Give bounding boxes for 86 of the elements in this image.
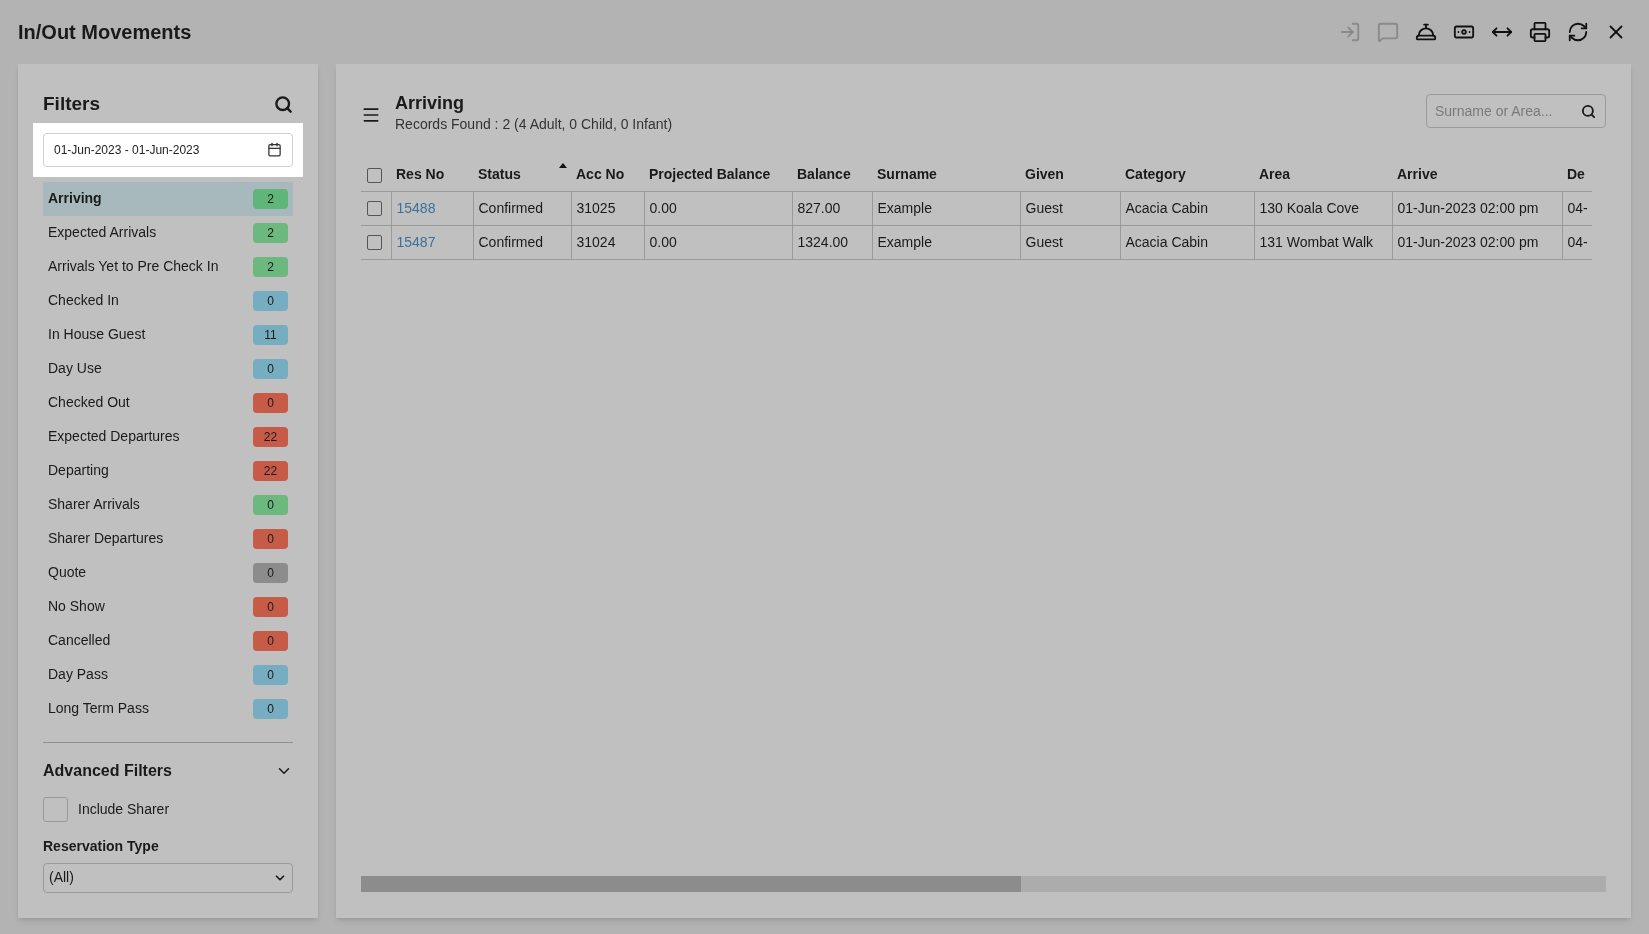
- filter-item[interactable]: No Show 0: [43, 589, 293, 624]
- refresh-icon[interactable]: [1567, 21, 1589, 43]
- table-cell: 131 Wombat Walk: [1254, 225, 1392, 259]
- filter-item[interactable]: Expected Arrivals 2: [43, 215, 293, 250]
- table-cell: 130 Koala Cove: [1254, 191, 1392, 225]
- filter-item[interactable]: Checked In 0: [43, 283, 293, 318]
- table-cell: Guest: [1020, 225, 1120, 259]
- count-badge: 0: [253, 358, 288, 379]
- table-cell: Acacia Cabin: [1120, 191, 1254, 225]
- table-cell: Confirmed: [473, 191, 571, 225]
- filter-item[interactable]: Cancelled 0: [43, 623, 293, 658]
- table-cell: 31024: [571, 225, 644, 259]
- results-title: Arriving: [395, 92, 465, 114]
- filter-item[interactable]: Sharer Departures 0: [43, 521, 293, 556]
- table-cell: Example: [872, 191, 1020, 225]
- count-badge: 0: [253, 392, 288, 413]
- filter-item[interactable]: Sharer Arrivals 0: [43, 487, 293, 522]
- search-icon[interactable]: [1581, 104, 1596, 119]
- column-header[interactable]: Projected Balance: [644, 159, 792, 191]
- table-cell: 31025: [571, 191, 644, 225]
- row-checkbox[interactable]: [367, 201, 382, 217]
- count-badge: 0: [253, 494, 288, 515]
- search-icon[interactable]: [274, 94, 293, 114]
- count-badge: 11: [253, 324, 288, 345]
- column-header[interactable]: Surname: [872, 159, 1020, 191]
- row-checkbox[interactable]: [367, 235, 382, 251]
- column-header[interactable]: Acc No: [571, 159, 644, 191]
- count-badge: 0: [253, 664, 288, 685]
- reservation-type-select[interactable]: (All): [43, 862, 293, 893]
- table-cell: 04-: [1562, 225, 1592, 259]
- filter-item[interactable]: Day Pass 0: [43, 657, 293, 692]
- select-all-checkbox[interactable]: [367, 168, 382, 184]
- count-badge: 0: [253, 562, 288, 583]
- table-cell: 1324.00: [792, 225, 872, 259]
- print-icon[interactable]: [1529, 21, 1551, 43]
- table-cell: Acacia Cabin: [1120, 225, 1254, 259]
- filter-item[interactable]: In House Guest 11: [43, 317, 293, 352]
- filter-item[interactable]: Long Term Pass 0: [43, 691, 293, 726]
- table-cell: Example: [872, 225, 1020, 259]
- service-bell-icon[interactable]: [1415, 21, 1437, 43]
- filter-item[interactable]: Arrivals Yet to Pre Check In 2: [43, 249, 293, 284]
- table-cell: Confirmed: [473, 225, 571, 259]
- scrollbar-thumb[interactable]: [361, 876, 1021, 892]
- count-badge: 0: [253, 596, 288, 617]
- table-cell: 0.00: [644, 191, 792, 225]
- window-title: In/Out Movements: [18, 20, 192, 45]
- advanced-filters-title: Advanced Filters: [43, 760, 172, 781]
- column-header[interactable]: Category: [1120, 159, 1254, 191]
- reservation-type-label: Reservation Type: [43, 836, 160, 856]
- filter-item[interactable]: Arriving 2: [43, 181, 293, 216]
- count-badge: 22: [253, 426, 288, 447]
- date-range-field[interactable]: 01-Jun-2023 - 01-Jun-2023: [43, 132, 293, 167]
- table-cell: 04-: [1562, 191, 1592, 225]
- calendar-icon: [267, 142, 282, 157]
- column-header[interactable]: Given: [1020, 159, 1120, 191]
- filter-item[interactable]: Checked Out 0: [43, 385, 293, 420]
- column-header[interactable]: Area: [1254, 159, 1392, 191]
- count-badge: 0: [253, 630, 288, 651]
- count-badge: 0: [253, 528, 288, 549]
- include-sharer-label: Include Sharer: [78, 799, 170, 819]
- table-cell: 01-Jun-2023 02:00 pm: [1392, 191, 1562, 225]
- filter-item[interactable]: Expected Departures 22: [43, 419, 293, 454]
- count-badge: 2: [253, 256, 288, 277]
- filters-title: Filters: [43, 92, 101, 116]
- table-cell: 827.00: [792, 191, 872, 225]
- filter-item[interactable]: Departing 22: [43, 453, 293, 488]
- search-field[interactable]: Surname or Area...: [1426, 94, 1606, 128]
- count-badge: 2: [253, 188, 288, 209]
- filter-item[interactable]: Quote 0: [43, 555, 293, 590]
- sort-caret-icon: [559, 163, 567, 168]
- count-badge: 2: [253, 222, 288, 243]
- column-header[interactable]: Arrive: [1392, 159, 1562, 191]
- column-header[interactable]: De: [1562, 159, 1592, 191]
- count-badge: 0: [253, 698, 288, 719]
- count-badge: 0: [253, 290, 288, 311]
- column-header[interactable]: Res No: [391, 159, 473, 191]
- records-found: Records Found : 2 (4 Adult, 0 Child, 0 Infant): [395, 115, 673, 134]
- count-badge: 22: [253, 460, 288, 481]
- table-cell: Guest: [1020, 191, 1120, 225]
- column-header[interactable]: Status: [473, 159, 571, 191]
- filter-item[interactable]: Day Use 0: [43, 351, 293, 386]
- table-cell: 0.00: [644, 225, 792, 259]
- table-cell: 01-Jun-2023 02:00 pm: [1392, 225, 1562, 259]
- horizontal-scrollbar[interactable]: [361, 876, 1606, 892]
- include-sharer-checkbox[interactable]: [43, 796, 68, 822]
- column-header[interactable]: Balance: [792, 159, 872, 191]
